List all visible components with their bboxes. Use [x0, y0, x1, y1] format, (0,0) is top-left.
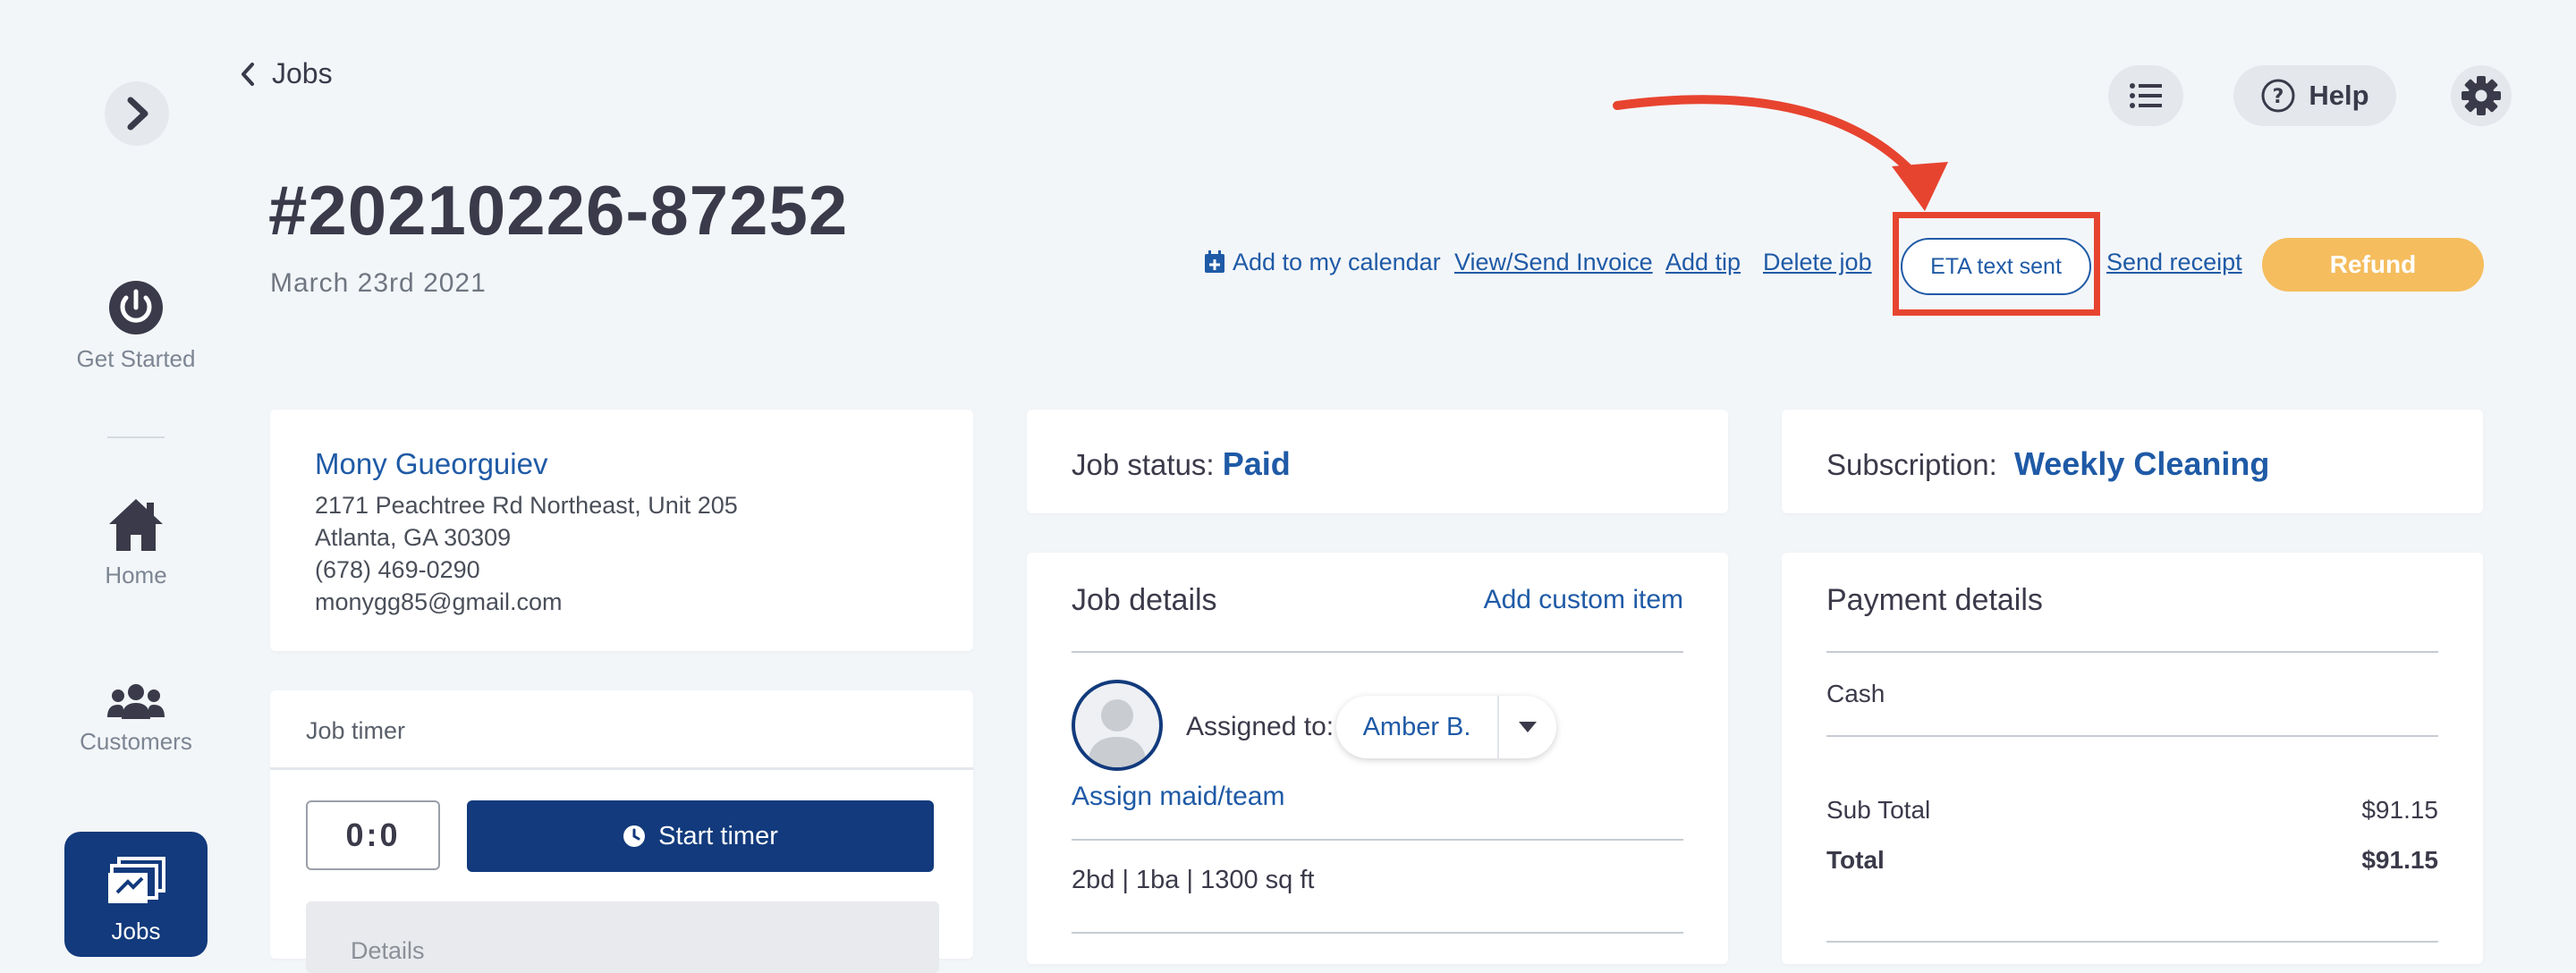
total-value: $91.15 [2361, 846, 2438, 874]
add-to-calendar-label: Add to my calendar [1233, 249, 1441, 275]
divider [1072, 932, 1683, 934]
list-view-button[interactable] [2108, 65, 2183, 126]
send-receipt-link[interactable]: Send receipt [2106, 249, 2242, 276]
customer-phone: (678) 469-0290 [315, 556, 480, 583]
person-silhouette-icon [1088, 699, 1147, 767]
job-date: March 23rd 2021 [270, 268, 487, 298]
question-circle-icon: ? [2261, 79, 2295, 113]
page-title: #20210226-87252 [268, 171, 849, 250]
job-details-title: Job details [1072, 583, 1217, 617]
clock-icon [623, 825, 646, 847]
home-icon [109, 499, 163, 551]
customer-email: monygg85@gmail.com [315, 588, 563, 615]
subtotal-value: $91.15 [2361, 796, 2438, 824]
sidebar-item-get-started[interactable]: Get Started [64, 279, 208, 373]
assigned-to-value: Amber B. [1362, 712, 1471, 741]
subscription-card: Subscription: Weekly Cleaning [1782, 410, 2483, 513]
subtotal-label: Sub Total [1826, 796, 1931, 824]
calendar-plus-icon [1205, 250, 1224, 273]
divider [1072, 651, 1683, 653]
users-icon [107, 684, 165, 719]
total-row: Total $91.15 [1826, 846, 2438, 875]
jobs-icon [108, 857, 165, 903]
sidebar-item-label: Get Started [76, 345, 196, 372]
subscription-label: Subscription: [1826, 448, 1997, 481]
job-details-card: Job details Add custom item Assigned to:… [1027, 553, 1728, 964]
refund-button[interactable]: Refund [2262, 238, 2484, 292]
add-tip-link[interactable]: Add tip [1665, 249, 1741, 276]
sidebar-divider [107, 436, 165, 438]
sidebar-item-customers[interactable]: Customers [64, 683, 208, 756]
job-status-row: Job status: Paid [1072, 445, 1291, 483]
timer-display: 0:0 [306, 800, 440, 870]
divider [1826, 651, 2438, 653]
chevron-right-icon [127, 97, 148, 131]
job-timer-card: Job timer 0:0 Start timer Details [270, 690, 973, 973]
subtotal-row: Sub Total $91.15 [1826, 796, 2438, 825]
start-timer-label: Start timer [658, 821, 778, 850]
job-specs: 2bd | 1ba | 1300 sq ft [1072, 866, 1315, 894]
sidebar: Get Started Home Customers Jobs [0, 0, 268, 957]
back-label: Jobs [272, 57, 333, 89]
annotation-arrow [1613, 95, 1948, 211]
timer-details-label: Details [351, 937, 425, 964]
payment-method: Cash [1826, 680, 1885, 707]
gear-icon [2462, 76, 2501, 115]
expand-sidebar-button[interactable] [105, 81, 169, 146]
job-status-card: Job status: Paid [1027, 410, 1728, 513]
power-icon [109, 281, 163, 334]
eta-text-sent-button[interactable]: ETA text sent [1901, 238, 2091, 295]
svg-text:?: ? [2273, 86, 2284, 108]
start-timer-button[interactable]: Start timer [467, 800, 934, 872]
sidebar-item-label: Home [105, 562, 167, 588]
customer-name-link[interactable]: Mony Gueorguiev [315, 447, 547, 481]
assign-maid-team-link[interactable]: Assign maid/team [1072, 782, 1284, 812]
avatar [1072, 680, 1163, 771]
customer-card: Mony Gueorguiev 2171 Peachtree Rd Northe… [270, 410, 973, 651]
customer-address-line2: Atlanta, GA 30309 [315, 524, 512, 551]
help-button[interactable]: ? Help [2233, 65, 2396, 126]
view-send-invoice-link[interactable]: View/Send Invoice [1454, 249, 1653, 276]
sidebar-item-home[interactable]: Home [64, 497, 208, 589]
payment-details-title: Payment details [1826, 583, 2043, 617]
job-status-label: Job status: [1072, 448, 1215, 481]
job-status-value: Paid [1222, 445, 1291, 482]
add-to-calendar-link[interactable]: Add to my calendar [1204, 249, 1441, 276]
delete-job-link[interactable]: Delete job [1763, 249, 1872, 276]
help-label: Help [2309, 80, 2369, 111]
settings-button[interactable] [2451, 65, 2512, 126]
assigned-to-label: Assigned to: [1186, 712, 1335, 741]
subscription-value-link[interactable]: Weekly Cleaning [2014, 445, 2269, 482]
customer-address-line1: 2171 Peachtree Rd Northeast, Unit 205 [315, 492, 738, 519]
divider [1826, 735, 2438, 737]
total-label: Total [1826, 846, 1885, 874]
assigned-to-dropdown[interactable]: Amber B. [1336, 696, 1556, 758]
subscription-row: Subscription: Weekly Cleaning [1826, 445, 2269, 483]
divider [270, 767, 973, 770]
back-to-jobs-link[interactable]: Jobs [240, 57, 333, 90]
payment-details-card: Payment details Cash Sub Total $91.15 To… [1782, 553, 2483, 964]
sidebar-item-label: Jobs [111, 918, 161, 944]
job-timer-title: Job timer [306, 717, 406, 744]
timer-details-toggle[interactable]: Details [306, 901, 939, 973]
divider [1072, 839, 1683, 841]
add-custom-item-link[interactable]: Add custom item [1484, 585, 1683, 615]
list-icon [2130, 83, 2162, 108]
payment-method-row: Cash [1826, 680, 2438, 708]
chevron-left-icon [242, 62, 254, 86]
caret-down-icon [1499, 722, 1556, 732]
sidebar-item-label: Customers [80, 728, 192, 755]
sidebar-item-jobs[interactable]: Jobs [64, 832, 208, 957]
